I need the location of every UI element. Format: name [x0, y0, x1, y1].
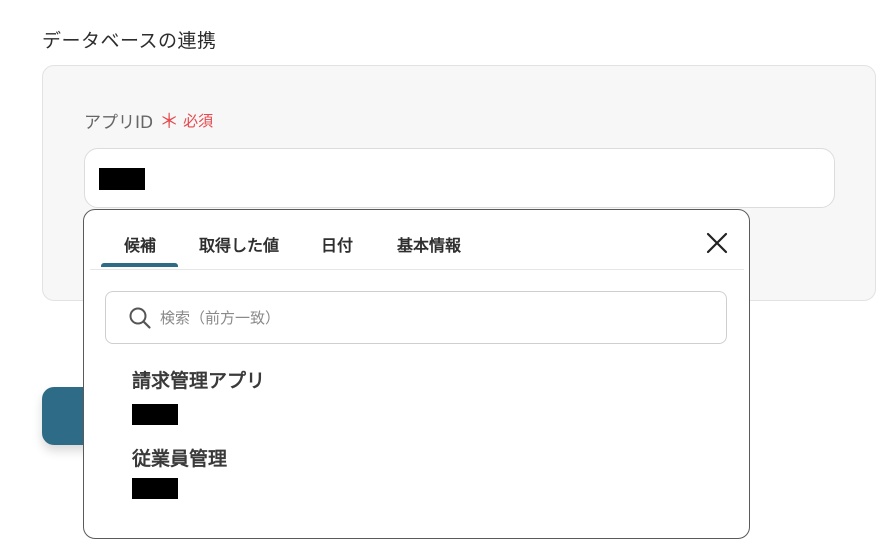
- option-name: 従業員管理: [132, 448, 228, 470]
- tab-date[interactable]: 日付: [321, 232, 353, 256]
- close-icon[interactable]: [704, 230, 730, 256]
- option-name: 請求管理アプリ: [132, 370, 266, 392]
- option-item[interactable]: 請求管理アプリ: [132, 366, 266, 425]
- search-input[interactable]: [158, 307, 682, 328]
- tab-candidates[interactable]: 候補: [124, 232, 156, 256]
- required-asterisk: ＊: [159, 108, 180, 133]
- app-id-input[interactable]: [84, 148, 835, 208]
- app-id-label-text: アプリID: [84, 113, 154, 133]
- section-title: データベースの連携: [42, 30, 217, 52]
- tab-divider: [90, 269, 744, 270]
- redacted-id: [132, 404, 178, 425]
- tab-basic-info[interactable]: 基本情報: [397, 232, 461, 256]
- value-picker-dropdown: 候補 取得した値 日付 基本情報 請求管理アプリ 従業員管理: [83, 209, 750, 539]
- active-tab-indicator: [101, 263, 178, 267]
- search-field[interactable]: [105, 291, 727, 344]
- search-icon: [129, 307, 151, 329]
- tab-acquired-values[interactable]: 取得した値: [199, 232, 279, 256]
- redacted-id: [132, 478, 178, 499]
- redacted-value: [99, 168, 145, 190]
- app-id-label: アプリID ＊ 必須: [84, 108, 214, 134]
- required-text: 必須: [183, 112, 214, 130]
- picker-tabs: 候補 取得した値 日付 基本情報: [84, 210, 749, 270]
- option-item[interactable]: 従業員管理: [132, 444, 228, 499]
